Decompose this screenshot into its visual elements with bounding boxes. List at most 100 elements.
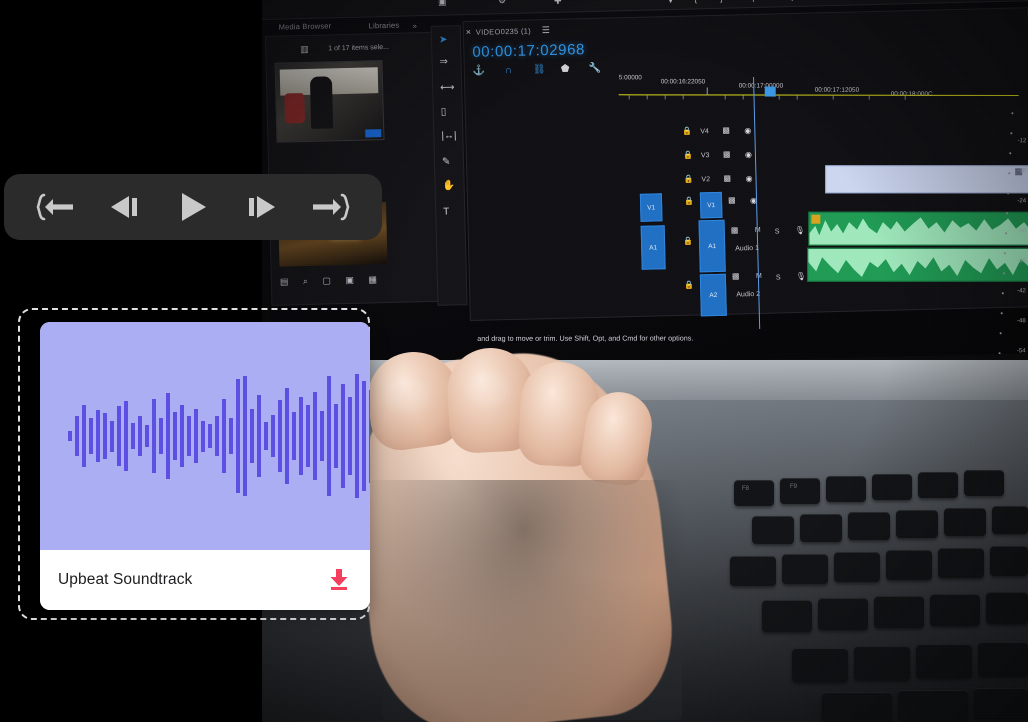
waveform-bar [201, 420, 205, 452]
camera-icon[interactable]: ▣ [438, 0, 447, 7]
eye-icon[interactable]: ◉ [745, 150, 752, 159]
timeline-ruler[interactable]: 5:00000 00:00:16:22050 00:00:17:00000 00… [618, 68, 1019, 103]
hand-tool-icon[interactable]: ✋ [442, 180, 455, 191]
settings-icon[interactable]: ⚙ [498, 0, 506, 5]
play-icon[interactable]: ▶ [814, 0, 821, 1]
waveform-bar [250, 408, 254, 464]
play-icon [176, 191, 210, 223]
add-icon[interactable]: ✚ [554, 0, 562, 6]
source-patch-a1[interactable]: A1 [698, 219, 726, 273]
microphone-icon[interactable]: 🎙 [796, 272, 806, 281]
go-to-in-icon[interactable]: |← [752, 0, 764, 2]
marker-icon[interactable]: ⬟ [561, 64, 570, 75]
ruler-tick [628, 95, 630, 100]
lock-icon[interactable]: 🔒 [684, 281, 694, 290]
ripple-edit-tool-icon[interactable]: ⟷ [440, 82, 455, 93]
play-button[interactable] [165, 184, 221, 230]
solo-track-a1[interactable]: S [775, 228, 780, 235]
waveform-bar [89, 418, 93, 454]
project-panel[interactable]: ▥ 1 of 17 items sele... ▤ ⌕ ▢ ▣ ▦ [264, 31, 442, 306]
meter-tick [1004, 252, 1006, 254]
toggle-track-output-icon[interactable]: ▩ [722, 126, 730, 135]
selection-tool-icon[interactable]: ➤ [439, 34, 448, 45]
waveform-bar [292, 412, 296, 460]
timeline-panel[interactable]: × VIDEO0235 (1) ☰ 00:00:17:02968 ⚓ ∩ ⛓ ⬟… [462, 7, 1028, 354]
razor-tool-icon[interactable]: ▯ [441, 107, 447, 118]
audio-card-selection-outline[interactable]: Upbeat Soundtrack [18, 308, 370, 620]
step-back-button[interactable] [96, 184, 152, 230]
lock-icon[interactable]: 🔒 [683, 151, 693, 160]
eye-icon[interactable]: ◉ [744, 126, 751, 135]
sequence-tab-label[interactable]: VIDEO0235 (1) [476, 26, 531, 36]
waveform-bar [215, 415, 219, 457]
sequence-close-icon[interactable]: × [466, 27, 472, 37]
source-patch-a2[interactable]: A2 [699, 273, 727, 317]
source-patch-a1-left[interactable]: A1 [640, 225, 666, 270]
meter-label--12: -12 [1017, 138, 1027, 145]
finger-highlight [384, 378, 430, 412]
tab-libraries[interactable]: Libraries [369, 21, 400, 31]
toggle-track-output-icon[interactable]: ▩ [723, 150, 731, 159]
audio-meter-panel: -12 -18 -24 -30 -36 -42 -48 -54 dB [982, 92, 1027, 372]
waveform-bar [68, 431, 72, 441]
step-back-icon[interactable]: ◀| [784, 0, 794, 1]
toggle-track-output-icon[interactable]: ▩ [731, 225, 739, 234]
meter-tick [1010, 132, 1013, 134]
step-forward-button[interactable] [234, 184, 290, 230]
slip-tool-icon[interactable]: |↔| [441, 130, 456, 141]
timeline-timecode[interactable]: 00:00:17:02968 [472, 41, 585, 61]
go-to-in-point-button[interactable] [27, 184, 83, 230]
track-label-v3[interactable]: V3 [701, 152, 710, 159]
source-patch-v1-left-label: V1 [647, 203, 656, 212]
snap-icon[interactable]: ∩ [505, 65, 512, 76]
download-button[interactable] [326, 567, 352, 593]
tools-panel[interactable]: ➤ ⇒ ⟷ ▯ |↔| ✎ ✋ T [430, 25, 468, 306]
microphone-icon[interactable]: 🎙 [795, 226, 805, 235]
toggle-track-output-icon[interactable]: ▩ [723, 174, 731, 183]
linked-selection-icon[interactable]: ⛓ [533, 64, 546, 75]
audio-card-title: Upbeat Soundtrack [58, 571, 193, 588]
audio-card-artwork [40, 322, 370, 550]
wrench-icon[interactable]: 🔧 [589, 63, 602, 74]
audio-track-card[interactable]: Upbeat Soundtrack [40, 322, 370, 610]
playback-controls-toolbar[interactable] [4, 174, 382, 240]
type-tool-icon[interactable]: T [443, 206, 449, 217]
meter-label--48: -48 [1017, 318, 1026, 325]
solo-track-a2[interactable]: S [776, 274, 781, 281]
project-panel-footer[interactable]: ▤ ⌕ ▢ ▣ ▦ [280, 274, 383, 288]
tab-media-browser[interactable]: Media Browser [279, 21, 332, 31]
track-label-v4[interactable]: V4 [700, 128, 709, 135]
waveform-bar [306, 405, 310, 467]
lock-icon[interactable]: 🔒 [682, 127, 692, 136]
thumbnail-view-icon[interactable]: ▥ [300, 44, 309, 54]
tabs-overflow[interactable]: » [413, 21, 418, 30]
ruler-label-2: 00:00:17:00000 [738, 82, 784, 90]
toggle-track-output-icon[interactable]: ▩ [728, 195, 736, 204]
pen-tool-icon[interactable]: ✎ [442, 156, 451, 167]
lock-icon[interactable]: 🔒 [683, 175, 693, 184]
toggle-track-output-icon[interactable]: ▩ [732, 271, 740, 280]
lock-icon[interactable]: 🔒 [684, 197, 694, 206]
clip-thumbnail[interactable] [274, 60, 385, 143]
thumbnail-badge [365, 129, 382, 138]
meter-label--18: -18 [1017, 168, 1027, 175]
mark-out-icon[interactable]: } [720, 0, 723, 3]
meter-tick [1002, 292, 1004, 294]
lock-icon[interactable]: 🔒 [683, 237, 693, 246]
ruler-tick [904, 95, 906, 100]
status-bar-hint: and drag to move or trim. Use Shift, Opt… [477, 333, 694, 343]
eye-icon[interactable]: ◉ [745, 174, 752, 183]
marker-icon[interactable]: ▼ [666, 0, 675, 5]
source-patch-v1-left[interactable]: V1 [639, 193, 663, 222]
ruler-label-0: 5:00000 [618, 74, 642, 82]
meter-label--24: -24 [1017, 198, 1027, 205]
keycap-label: F9 [790, 484, 798, 490]
playhead-marker[interactable] [764, 86, 776, 97]
go-to-out-point-button[interactable] [303, 184, 359, 230]
hamburger-icon[interactable]: ☰ [542, 25, 550, 35]
source-patch-v1[interactable]: V1 [699, 191, 723, 219]
timeline-settings-icon[interactable]: ⚓ [473, 66, 486, 77]
track-label-v2[interactable]: V2 [701, 176, 710, 183]
mark-in-icon[interactable]: { [694, 0, 697, 3]
track-select-tool-icon[interactable]: ⇒ [439, 56, 448, 67]
